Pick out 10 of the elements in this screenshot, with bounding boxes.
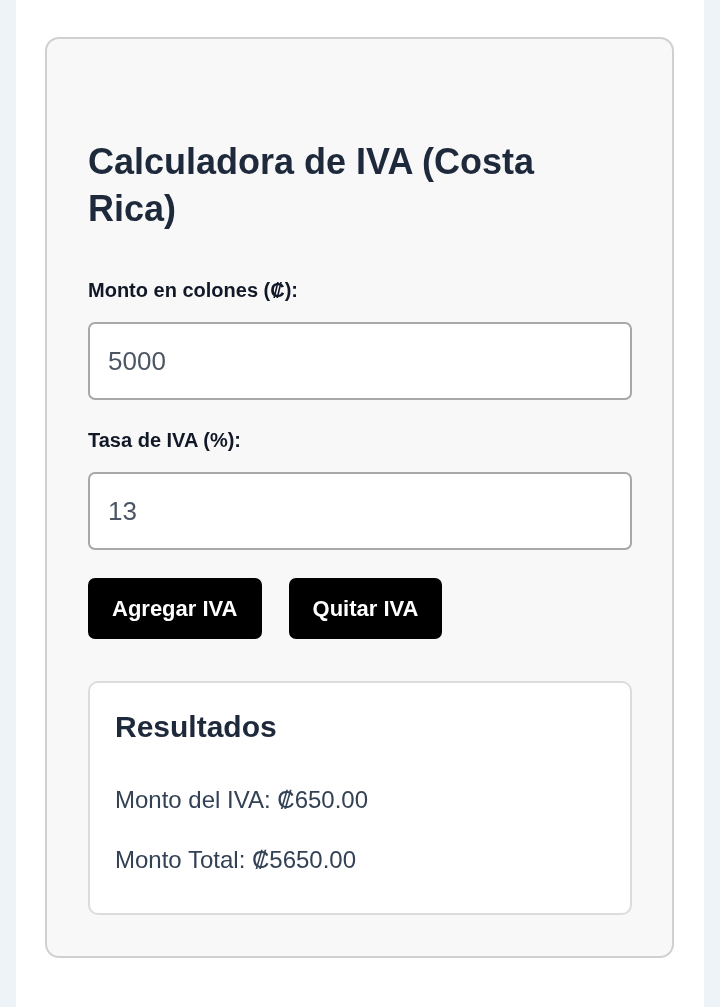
field-label: Monto en colones (₡):	[88, 278, 299, 302]
results-title: Resultados	[115, 709, 278, 745]
action-button[interactable]: Quitar IVA	[288, 578, 443, 639]
input-field[interactable]: 5000	[88, 322, 632, 400]
input-field[interactable]: 13	[88, 472, 632, 550]
calculator-title: Calculadora de IVA (Costa Rica)	[88, 140, 536, 231]
field-label: Tasa de IVA (%):	[88, 428, 242, 452]
result-line: Monto Total: ₡5650.00	[115, 845, 358, 875]
action-button[interactable]: Agregar IVA	[88, 578, 262, 639]
result-line: Monto del IVA: ₡650.00	[115, 785, 370, 815]
